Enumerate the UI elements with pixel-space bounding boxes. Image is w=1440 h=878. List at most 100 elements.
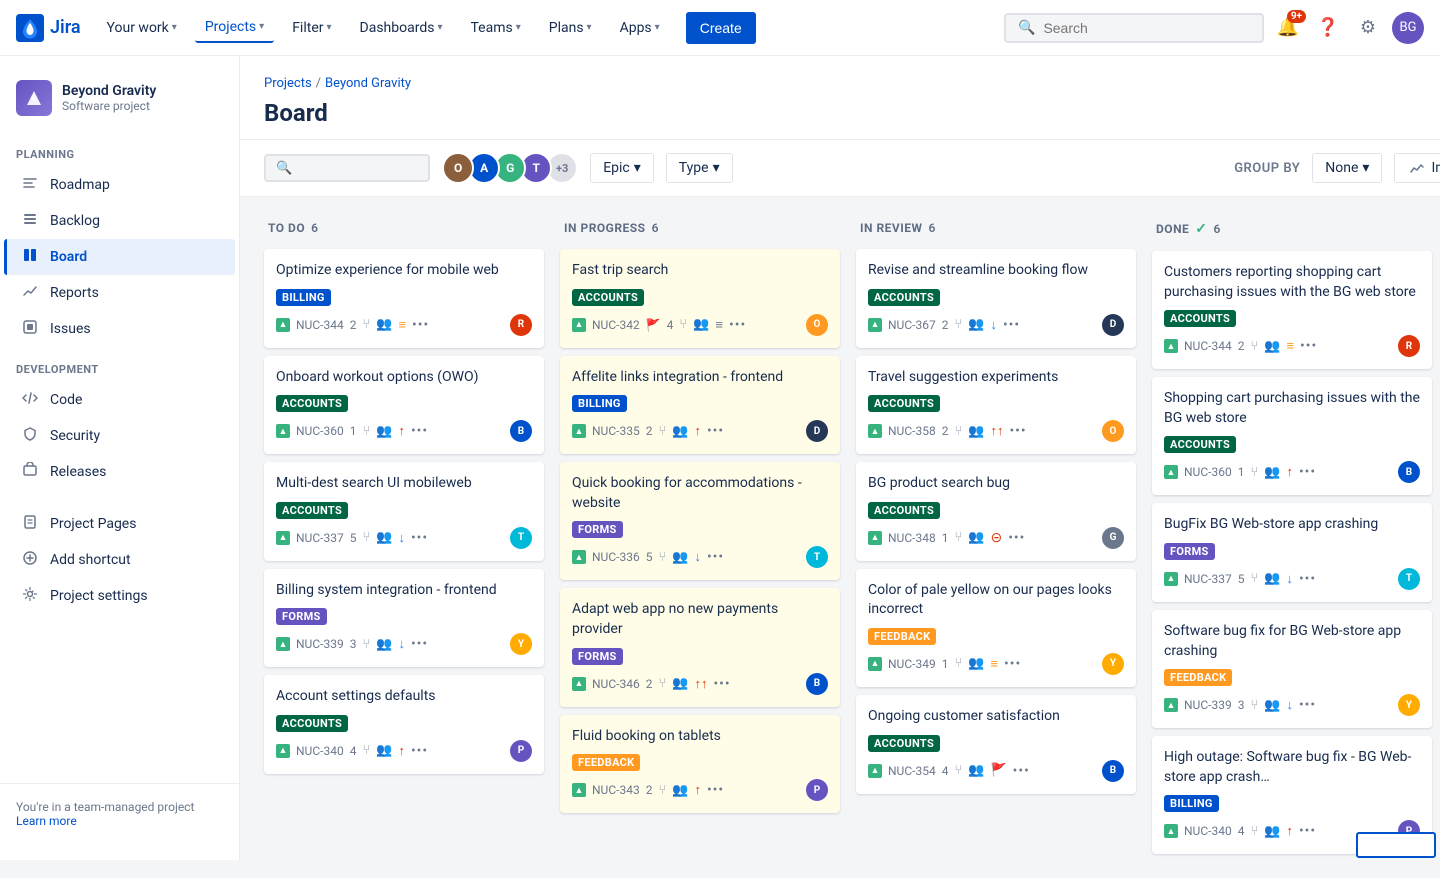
review-icon: 👥: [968, 656, 984, 671]
column-inreview: IN REVIEW 6 Revise and streamline bookin…: [856, 213, 1136, 802]
sidebar-item-add-shortcut[interactable]: Add shortcut: [4, 542, 235, 578]
card-done-1[interactable]: Customers reporting shopping cart purcha…: [1152, 251, 1432, 369]
avatar-filters: O A G T +3: [442, 152, 578, 184]
card-done-4[interactable]: Software bug fix for BG Web-store app cr…: [1152, 610, 1432, 728]
card-inreview-5[interactable]: Ongoing customer satisfaction ACCOUNTS ▲…: [856, 695, 1136, 794]
card-inreview-1[interactable]: Revise and streamline booking flow ACCOU…: [856, 249, 1136, 348]
card-nuc-342[interactable]: Fast trip search ACCOUNTS ▲ NUC-342 🚩 4 …: [560, 249, 840, 348]
card-title: Account settings defaults: [276, 687, 532, 707]
story-type-icon: ▲: [868, 424, 882, 438]
epic-chevron-icon: ▾: [634, 160, 641, 176]
card-inreview-4[interactable]: Color of pale yellow on our pages looks …: [856, 569, 1136, 687]
card-id: NUC-339: [1184, 698, 1232, 712]
logo[interactable]: Jira: [16, 14, 81, 42]
sidebar-item-roadmap[interactable]: Roadmap: [4, 167, 235, 203]
user-avatar[interactable]: BG: [1392, 12, 1424, 44]
board-header: Projects / Beyond Gravity Board ☆ •••: [240, 56, 1440, 140]
sidebar-item-reports[interactable]: Reports: [4, 275, 235, 311]
breadcrumb-projects[interactable]: Projects: [264, 76, 312, 91]
card-meta: ▲ NUC-358 2 ⑂ 👥 ↑↑ ••• O: [868, 420, 1124, 442]
search-input[interactable]: [1043, 20, 1223, 36]
story-type-icon: ▲: [276, 744, 290, 758]
board-controls: 🔍 O A G T +3 Epic ▾ Type ▾ GROUP BY None: [240, 140, 1440, 197]
tag-accounts: ACCOUNTS: [1164, 436, 1236, 453]
tag-billing: BILLING: [572, 395, 627, 412]
meta-num: 3: [1238, 698, 1245, 712]
branch-icon: ⑂: [1250, 698, 1258, 713]
card-done-5[interactable]: High outage: Software bug fix - BG Web-s…: [1152, 736, 1432, 854]
review-icon: 👥: [672, 550, 688, 565]
nav-your-work[interactable]: Your work ▾: [97, 14, 187, 42]
more-icon: •••: [1299, 464, 1316, 480]
create-button[interactable]: Create: [686, 12, 756, 44]
insights-chart-icon: [1409, 160, 1425, 176]
sidebar-item-releases[interactable]: Releases: [4, 454, 235, 490]
epic-filter[interactable]: Epic ▾: [590, 153, 654, 183]
card-inreview-2[interactable]: Travel suggestion experiments ACCOUNTS ▲…: [856, 356, 1136, 455]
sidebar-label-add-shortcut: Add shortcut: [50, 552, 131, 568]
nav-teams[interactable]: Teams ▾: [460, 14, 530, 42]
sidebar-footer: You're in a team-managed project Learn m…: [0, 783, 239, 844]
inprogress-count: 6: [652, 221, 659, 235]
card-inreview-3[interactable]: BG product search bug ACCOUNTS ▲ NUC-348…: [856, 462, 1136, 561]
card-meta: ▲ NUC-344 2 ⑂ 👥 ≡ ••• R: [276, 314, 532, 336]
more-icon: •••: [1004, 656, 1021, 672]
card-avatar: P: [806, 779, 828, 801]
sidebar-item-board[interactable]: Board: [4, 239, 235, 275]
card-meta: ▲ NUC-346 2 ⑂ 👥 ↑↑ ••• B: [572, 673, 828, 695]
card-meta: ▲ NUC-360 1 ⑂ 👥 ↑ ••• B: [1164, 461, 1420, 483]
branch-icon: ⑂: [1250, 339, 1258, 354]
settings-button[interactable]: ⚙: [1352, 12, 1384, 44]
nav-dashboards[interactable]: Dashboards ▾: [350, 14, 453, 42]
card-nuc-346[interactable]: Adapt web app no new payments provider F…: [560, 588, 840, 706]
sidebar-project[interactable]: Beyond Gravity Software project: [0, 72, 239, 132]
card-done-3[interactable]: BugFix BG Web-store app crashing FORMS ▲…: [1152, 503, 1432, 602]
card-nuc-336[interactable]: Quick booking for accommodations - websi…: [560, 462, 840, 580]
card-nuc-339[interactable]: Billing system integration - frontend FO…: [264, 569, 544, 668]
type-label: Type: [679, 160, 709, 176]
card-done-2[interactable]: Shopping cart purchasing issues with the…: [1152, 377, 1432, 495]
card-nuc-335[interactable]: Affelite links integration - frontend BI…: [560, 356, 840, 455]
card-nuc-340[interactable]: Account settings defaults ACCOUNTS ▲ NUC…: [264, 675, 544, 774]
sidebar-footer-text: You're in a team-managed project: [16, 800, 194, 814]
breadcrumb-project[interactable]: Beyond Gravity: [325, 76, 411, 91]
card-nuc-337[interactable]: Multi-dest search UI mobileweb ACCOUNTS …: [264, 462, 544, 561]
sidebar-item-project-settings[interactable]: Project settings: [4, 578, 235, 614]
tag-forms: FORMS: [572, 521, 623, 538]
board-search[interactable]: 🔍: [264, 154, 430, 182]
sidebar-item-code[interactable]: Code: [4, 382, 235, 418]
column-header-done: DONE ✓ 6: [1152, 213, 1432, 247]
project-type: Software project: [62, 99, 156, 113]
nav-apps[interactable]: Apps ▾: [610, 14, 670, 42]
sidebar-item-backlog[interactable]: Backlog: [4, 203, 235, 239]
planning-section-label: PLANNING: [0, 132, 239, 167]
search-bar[interactable]: 🔍: [1004, 13, 1264, 43]
card-nuc-360[interactable]: Onboard workout options (OWO) ACCOUNTS ▲…: [264, 356, 544, 455]
type-filter[interactable]: Type ▾: [666, 153, 733, 183]
backlog-icon: [20, 211, 40, 231]
board-search-input[interactable]: [298, 160, 418, 176]
meta-num: 5: [1238, 572, 1245, 586]
help-button[interactable]: ❓: [1312, 12, 1344, 44]
nav-projects[interactable]: Projects ▾: [195, 13, 274, 43]
branch-icon: ⑂: [1250, 465, 1258, 480]
nav-plans[interactable]: Plans ▾: [539, 14, 602, 42]
sidebar-item-project-pages[interactable]: Project Pages: [4, 506, 235, 542]
meta-num: 4: [1238, 824, 1245, 838]
learn-more-link[interactable]: Learn more: [16, 814, 77, 828]
inreview-count: 6: [929, 221, 936, 235]
meta-num: 1: [942, 531, 949, 545]
insights-button[interactable]: Insights: [1394, 153, 1440, 183]
card-nuc-344[interactable]: Optimize experience for mobile web BILLI…: [264, 249, 544, 348]
tag-billing: BILLING: [276, 289, 331, 306]
avatar-filter-1[interactable]: O: [442, 152, 474, 184]
column-title-done: DONE ✓ 6: [1156, 221, 1221, 237]
inline-edit-box[interactable]: [1356, 832, 1436, 858]
notifications-button[interactable]: 🔔 9+: [1272, 12, 1304, 44]
card-nuc-343[interactable]: Fluid booking on tablets FEEDBACK ▲ NUC-…: [560, 715, 840, 814]
story-type-icon: ▲: [572, 318, 586, 332]
sidebar-item-security[interactable]: Security: [4, 418, 235, 454]
nav-filter[interactable]: Filter ▾: [282, 14, 341, 42]
sidebar-item-issues[interactable]: Issues: [4, 311, 235, 347]
group-by-select[interactable]: None ▾: [1312, 153, 1382, 183]
